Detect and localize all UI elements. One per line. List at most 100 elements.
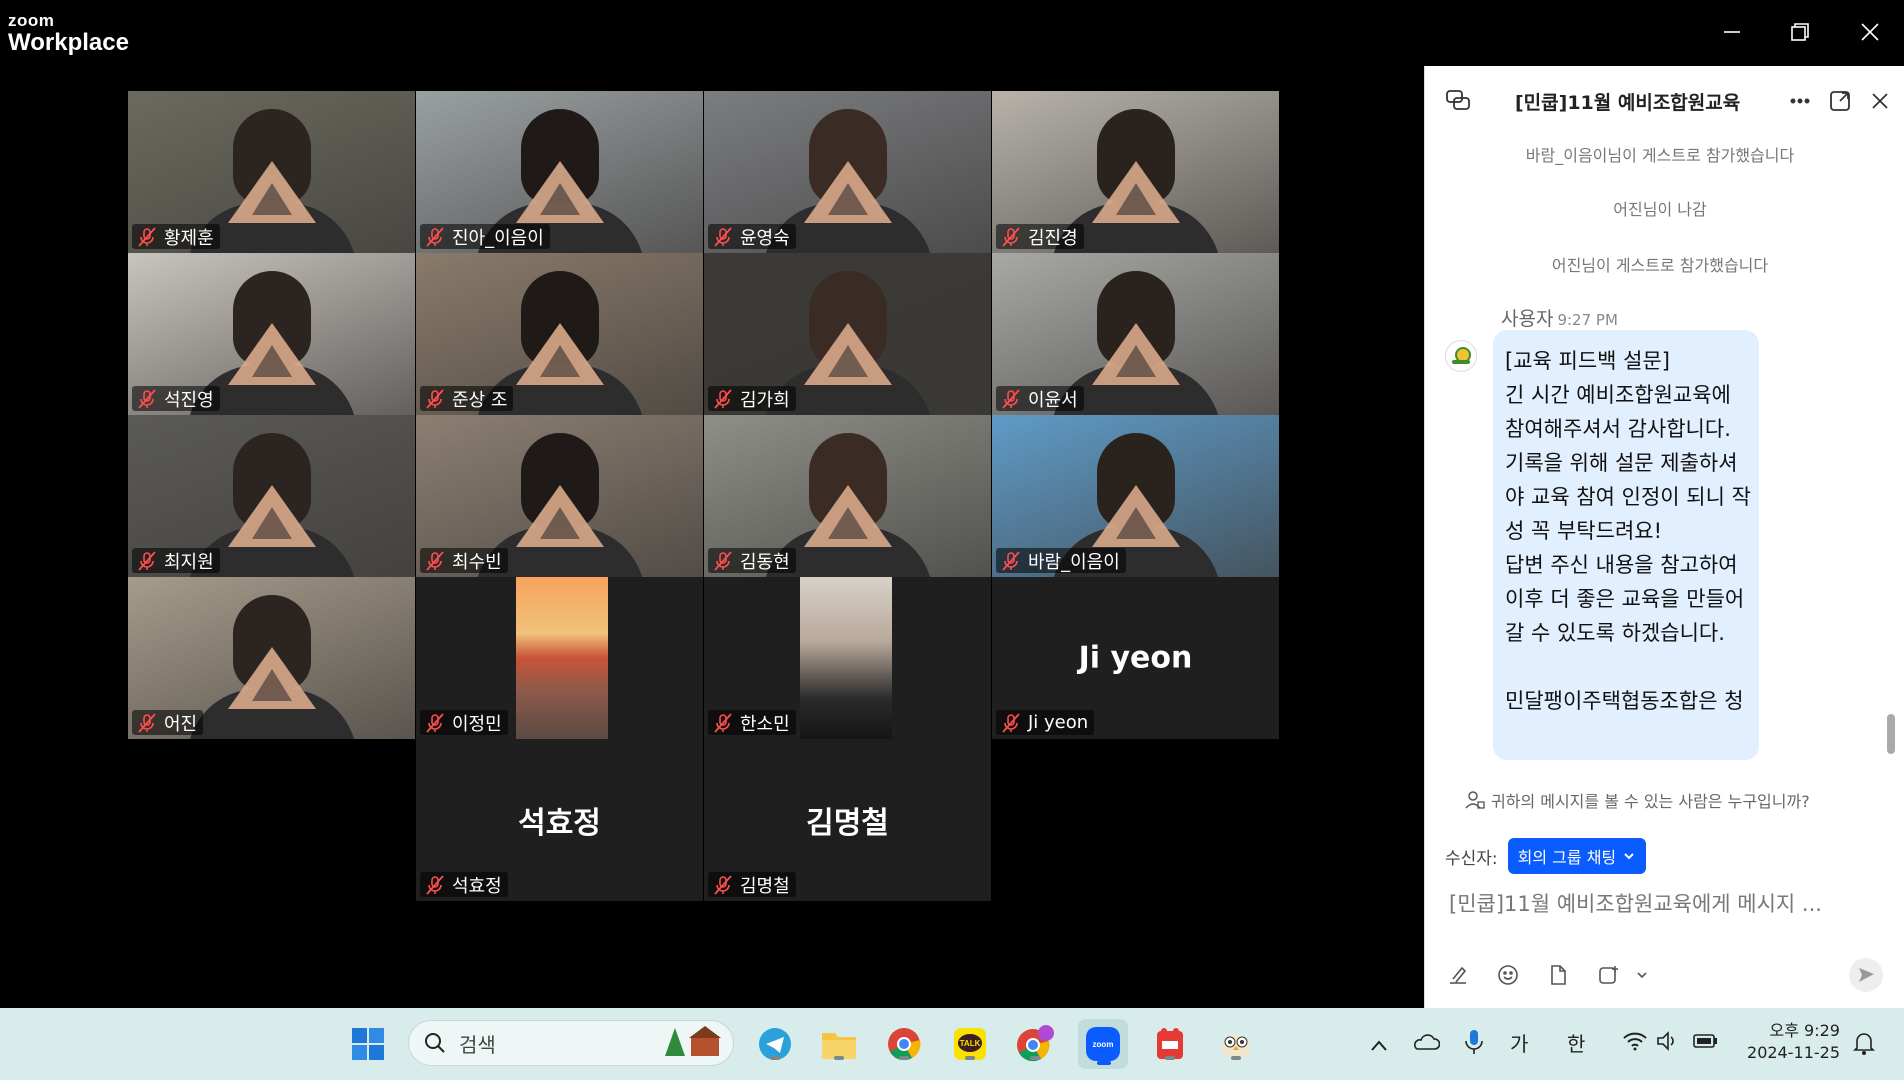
- screenshot-icon[interactable]: [1595, 962, 1621, 988]
- recipient-dropdown[interactable]: 회의 그룹 채팅: [1507, 838, 1647, 874]
- running-indicator: [899, 1056, 909, 1060]
- recipient-label: 수신자:: [1445, 848, 1498, 869]
- participant-name: 김가희: [740, 389, 790, 411]
- participant-tile[interactable]: 최지원: [128, 415, 415, 577]
- format-text-icon[interactable]: [1445, 962, 1471, 988]
- muted-mic-icon: [138, 550, 156, 571]
- muted-mic-icon: [138, 712, 156, 733]
- participant-tile[interactable]: 김진경: [992, 91, 1279, 253]
- participant-name: 김명철: [740, 875, 790, 897]
- active-indicator: [1097, 1061, 1111, 1065]
- avatar: [1445, 340, 1477, 372]
- ime-language-indicator[interactable]: 한: [1567, 1028, 1585, 1057]
- participant-name-tag: 윤영숙: [708, 224, 796, 249]
- participant-tile[interactable]: 황제훈: [128, 91, 415, 253]
- pop-out-icon[interactable]: [1825, 86, 1855, 116]
- minimize-icon: [1724, 31, 1740, 33]
- volume-icon[interactable]: [1656, 1030, 1680, 1057]
- participant-name: 석효정: [452, 875, 502, 897]
- participant-tile[interactable]: 준상 조: [416, 253, 703, 415]
- hand-gesture: [1091, 161, 1180, 223]
- chrome-app[interactable]: [884, 1024, 924, 1064]
- muted-mic-icon: [426, 712, 444, 733]
- restore-icon: [1791, 23, 1809, 41]
- participant-name-tag: 진아_이음이: [420, 224, 550, 249]
- participant-tile[interactable]: 어진: [128, 577, 415, 739]
- muted-mic-icon: [426, 874, 444, 895]
- hand-gesture: [227, 647, 316, 709]
- hand-gesture: [1091, 485, 1180, 547]
- participant-tile[interactable]: 한소민: [704, 577, 991, 739]
- more-options-icon[interactable]: [1785, 86, 1815, 116]
- chevron-down-icon[interactable]: [1629, 962, 1655, 988]
- ime-mode-indicator[interactable]: 가: [1510, 1028, 1528, 1057]
- kakaotalk-app[interactable]: TALK: [950, 1024, 990, 1064]
- participant-tile[interactable]: 김명철 김명철: [704, 739, 991, 901]
- participant-tile[interactable]: 이윤서: [992, 253, 1279, 415]
- participant-tile[interactable]: 진아_이음이: [416, 91, 703, 253]
- show-hidden-icons-button[interactable]: [1370, 1034, 1388, 1058]
- restore-button[interactable]: [1778, 12, 1822, 52]
- participant-tile[interactable]: 김가희: [704, 253, 991, 415]
- chat-scrollbar[interactable]: [1887, 714, 1895, 754]
- chat-message-input[interactable]: [민쿱]11월 예비조합원교육에게 메시지 ...: [1449, 888, 1879, 918]
- taskbar-search[interactable]: 검색: [408, 1020, 734, 1066]
- participant-tile[interactable]: 석진영: [128, 253, 415, 415]
- message-line: 답변 주신 내용을 참고하여: [1505, 553, 1738, 577]
- emoji-icon[interactable]: [1495, 962, 1521, 988]
- microphone-icon[interactable]: [1464, 1028, 1484, 1061]
- participant-tile[interactable]: 바람_이음이: [992, 415, 1279, 577]
- battery-icon[interactable]: [1692, 1030, 1720, 1057]
- participant-tile[interactable]: 김동현: [704, 415, 991, 577]
- close-icon: [1861, 23, 1879, 41]
- participant-name-tag: 석효정: [420, 872, 508, 897]
- chat-bubbles-icon: [1443, 86, 1473, 116]
- wifi-icon[interactable]: [1622, 1030, 1648, 1057]
- participant-tile[interactable]: Ji yeon Ji yeon: [992, 577, 1279, 739]
- send-icon: [1859, 968, 1874, 982]
- participant-name-tag: 준상 조: [420, 386, 514, 411]
- chrome-profile-app[interactable]: [1015, 1024, 1055, 1064]
- send-button[interactable]: [1849, 958, 1883, 992]
- participant-name-tag: 김명철: [708, 872, 796, 897]
- participant-tile[interactable]: 이정민: [416, 577, 703, 739]
- notifications-icon[interactable]: [1852, 1030, 1876, 1061]
- chat-header: [민쿱]11월 예비조합원교육: [1425, 66, 1904, 136]
- snail-icon: [1452, 347, 1471, 364]
- muted-mic-icon: [714, 388, 732, 409]
- minimize-button[interactable]: [1710, 12, 1754, 52]
- who-can-see-link[interactable]: 귀하의 메시지를 볼 수 있는 사람은 누구입니까?: [1465, 788, 1810, 812]
- close-chat-icon[interactable]: [1865, 86, 1895, 116]
- participant-name-tag: Ji yeon: [996, 710, 1095, 735]
- hand-gesture: [803, 161, 892, 223]
- participant-display-name: Ji yeon: [1078, 640, 1193, 676]
- participant-name: Ji yeon: [1028, 712, 1089, 733]
- onedrive-icon[interactable]: [1412, 1032, 1441, 1057]
- file-icon[interactable]: [1545, 962, 1571, 988]
- participant-tile[interactable]: 최수빈: [416, 415, 703, 577]
- zoom-app-icon: zoom: [1086, 1027, 1120, 1061]
- close-window-button[interactable]: [1848, 12, 1892, 52]
- participant-name-tag: 최지원: [132, 548, 220, 573]
- message-line: 기록을 위해 설문 제출하셔: [1505, 451, 1738, 475]
- svg-text:zoom: zoom: [1093, 1040, 1114, 1049]
- participant-tile[interactable]: 윤영숙: [704, 91, 991, 253]
- muted-mic-icon: [1002, 388, 1020, 409]
- running-indicator: [1165, 1056, 1175, 1060]
- hand-gesture: [515, 161, 604, 223]
- system-clock[interactable]: 오후 9:29 2024-11-25: [1742, 1020, 1840, 1064]
- participant-name-tag: 김동현: [708, 548, 796, 573]
- file-explorer-app[interactable]: [819, 1024, 859, 1064]
- start-button[interactable]: [348, 1024, 388, 1064]
- running-indicator: [965, 1056, 975, 1060]
- message-line: 민달팽이주택협동조합은 청: [1505, 689, 1744, 713]
- muted-mic-icon: [426, 550, 444, 571]
- message-line: 성 꼭 부탁드려요!: [1505, 519, 1663, 543]
- muted-mic-icon: [426, 388, 444, 409]
- pdf-app[interactable]: [1150, 1024, 1190, 1064]
- participant-tile[interactable]: 석효정 석효정: [416, 739, 703, 901]
- mascot-app[interactable]: [1216, 1024, 1256, 1064]
- telegram-app[interactable]: [755, 1024, 795, 1064]
- zoom-app[interactable]: zoom: [1078, 1019, 1128, 1069]
- participant-name: 김동현: [740, 551, 790, 573]
